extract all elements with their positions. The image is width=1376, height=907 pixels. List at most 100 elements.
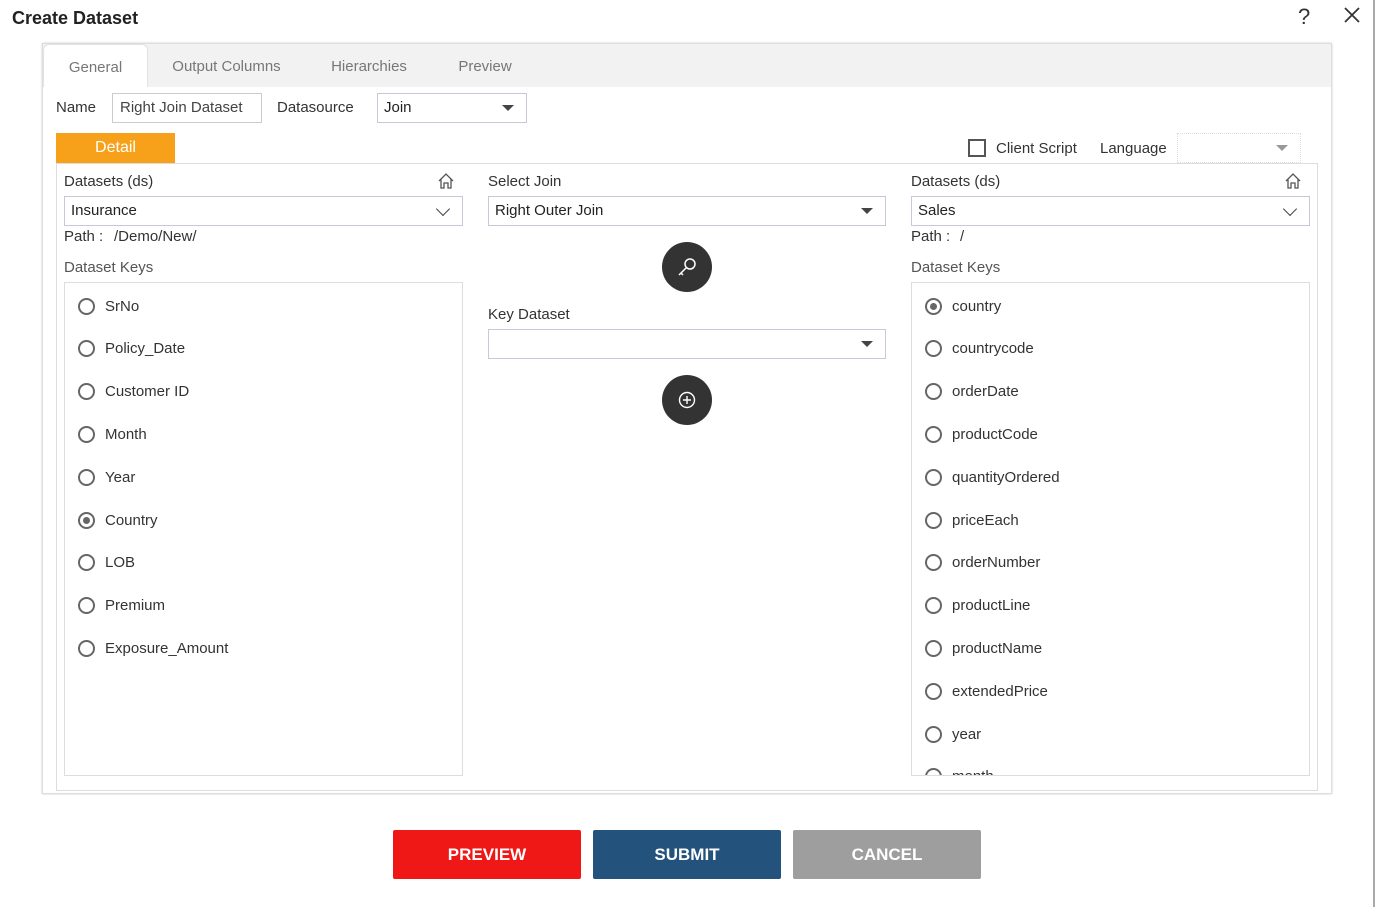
key-label: orderNumber <box>952 554 1041 572</box>
left-path-label: Path : <box>64 228 104 245</box>
datasource-select[interactable]: Join <box>377 93 527 123</box>
select-join-label: Select Join <box>488 173 562 190</box>
key-option[interactable]: productName <box>925 637 1042 659</box>
key-option[interactable]: year <box>925 723 981 745</box>
caret-down-icon <box>861 341 873 347</box>
radio-button[interactable] <box>78 468 95 486</box>
key-option[interactable]: month <box>925 766 994 775</box>
tab-output-columns[interactable]: Output Columns <box>160 44 293 87</box>
key-label: Customer ID <box>105 383 190 401</box>
key-option[interactable]: priceEach <box>925 509 1019 531</box>
key-icon <box>678 258 696 276</box>
radio-button[interactable] <box>925 340 942 358</box>
key-dataset-select[interactable] <box>488 329 886 359</box>
help-icon[interactable]: ? <box>1298 4 1310 30</box>
key-label: country <box>952 297 1002 315</box>
key-option[interactable]: Month <box>78 423 147 445</box>
tab-hierarchies[interactable]: Hierarchies <box>318 44 420 87</box>
left-datasets-label: Datasets (ds) <box>64 173 154 190</box>
add-button[interactable] <box>662 375 712 425</box>
left-dataset-value: Insurance <box>71 202 137 219</box>
radio-button[interactable] <box>925 425 942 443</box>
key-option[interactable]: countrycode <box>925 338 1034 360</box>
key-label: productCode <box>952 425 1038 443</box>
key-option[interactable]: orderNumber <box>925 552 1040 574</box>
radio-button[interactable] <box>78 639 95 657</box>
right-keys-list[interactable]: country countrycode orderDate productCode qu… <box>911 282 1310 776</box>
language-label: Language <box>1100 140 1167 157</box>
key-option[interactable]: Policy_Date <box>78 338 185 360</box>
radio-button[interactable] <box>925 768 942 775</box>
radio-button[interactable] <box>925 383 942 401</box>
right-path-value: / <box>960 228 965 245</box>
detail-tab[interactable]: Detail <box>56 133 175 163</box>
key-option[interactable]: Customer ID <box>78 381 189 403</box>
client-script-checkbox[interactable] <box>968 139 986 157</box>
key-label: Policy_Date <box>105 340 186 358</box>
key-label: priceEach <box>952 511 1019 529</box>
key-option[interactable]: Country <box>78 509 158 531</box>
datasource-label: Datasource <box>277 99 354 116</box>
radio-button[interactable] <box>925 554 942 572</box>
dialog-title: Create Dataset <box>12 8 139 28</box>
key-button[interactable] <box>662 242 712 292</box>
key-option[interactable]: Year <box>78 466 135 488</box>
caret-down-icon <box>861 208 873 214</box>
plus-circle-icon <box>678 391 696 409</box>
radio-button[interactable] <box>78 511 95 529</box>
radio-button[interactable] <box>78 340 95 358</box>
datasource-value: Join <box>384 99 412 116</box>
key-label: productName <box>952 639 1043 657</box>
key-option[interactable]: orderDate <box>925 381 1019 403</box>
radio-button[interactable] <box>925 725 942 743</box>
key-option[interactable]: quantityOrdered <box>925 466 1060 488</box>
key-label: year <box>952 725 982 743</box>
tab-preview[interactable]: Preview <box>445 44 525 87</box>
key-option[interactable]: country <box>925 295 1001 317</box>
key-label: Year <box>105 468 136 486</box>
radio-button[interactable] <box>925 297 942 315</box>
key-option[interactable]: SrNo <box>78 295 139 317</box>
select-join-select[interactable]: Right Outer Join <box>488 196 886 226</box>
name-input[interactable]: Right Join Dataset <box>112 93 262 123</box>
caret-down-icon <box>502 105 514 111</box>
right-datasets-label: Datasets (ds) <box>911 173 1001 190</box>
key-label: countrycode <box>952 340 1034 358</box>
language-select[interactable] <box>1177 133 1301 163</box>
radio-button[interactable] <box>925 597 942 615</box>
radio-button[interactable] <box>78 597 95 615</box>
key-label: Premium <box>105 597 166 615</box>
key-label: extendedPrice <box>952 682 1048 700</box>
radio-button[interactable] <box>78 383 95 401</box>
key-option[interactable]: productCode <box>925 423 1038 445</box>
key-option[interactable]: Exposure_Amount <box>78 637 228 659</box>
radio-button[interactable] <box>925 511 942 529</box>
right-dataset-value: Sales <box>918 202 956 219</box>
cancel-button[interactable]: CANCEL <box>793 830 981 879</box>
right-dataset-select[interactable]: Sales <box>911 196 1310 226</box>
preview-button[interactable]: PREVIEW <box>393 830 581 879</box>
radio-button[interactable] <box>78 297 95 315</box>
radio-button[interactable] <box>925 682 942 700</box>
key-label: productLine <box>952 597 1031 615</box>
radio-button[interactable] <box>78 425 95 443</box>
key-option[interactable]: productLine <box>925 595 1030 617</box>
radio-button[interactable] <box>78 554 95 572</box>
home-icon[interactable] <box>437 172 455 194</box>
client-script-label: Client Script <box>996 140 1077 157</box>
key-dataset-label: Key Dataset <box>488 306 570 323</box>
close-icon[interactable] <box>1343 6 1361 28</box>
key-option[interactable]: extendedPrice <box>925 680 1048 702</box>
key-option[interactable]: LOB <box>78 552 135 574</box>
key-option[interactable]: Premium <box>78 595 165 617</box>
radio-button[interactable] <box>925 639 942 657</box>
home-icon[interactable] <box>1284 172 1302 194</box>
select-join-value: Right Outer Join <box>495 202 604 219</box>
left-dataset-select[interactable]: Insurance <box>64 196 463 226</box>
tab-general[interactable]: General <box>43 44 148 87</box>
submit-button[interactable]: SUBMIT <box>593 830 781 879</box>
key-label: Country <box>105 511 158 529</box>
key-label: SrNo <box>105 297 140 315</box>
right-keys-label: Dataset Keys <box>911 259 1001 276</box>
radio-button[interactable] <box>925 468 942 486</box>
